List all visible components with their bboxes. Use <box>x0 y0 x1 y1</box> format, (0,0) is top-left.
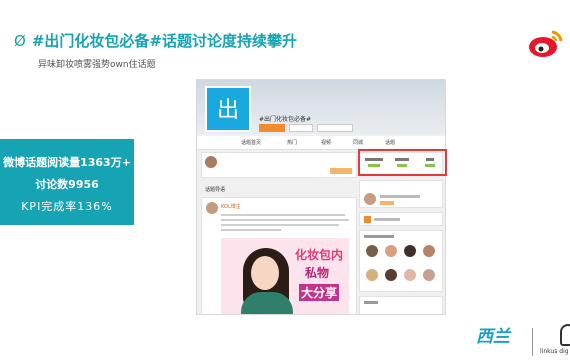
model-face <box>251 256 279 290</box>
contributor-avatar[interactable] <box>385 269 397 281</box>
xilan-logo-icon: 西兰 <box>476 327 510 347</box>
topic-tabs: 话题首页 热门 视频 同城 话题 <box>197 136 445 150</box>
post-text-line <box>221 229 281 231</box>
post-username[interactable]: KOL博主 <box>221 203 241 210</box>
host-card <box>359 180 443 208</box>
follow-button[interactable] <box>259 124 285 132</box>
topic-name: #出门化妆包必备# <box>259 116 312 123</box>
share-button[interactable] <box>289 124 313 132</box>
report-label <box>374 218 400 221</box>
report-card[interactable] <box>359 212 443 226</box>
contributor-avatar[interactable] <box>404 269 416 281</box>
contributor-avatar[interactable] <box>423 269 435 281</box>
kpi-rate-text: KPI完成率136% <box>21 200 113 213</box>
slide-title: Ø #出门化妆包必备#话题讨论度持续攀升 <box>14 30 297 51</box>
discussion-count-text: 讨论数9956 <box>35 178 99 191</box>
stats-panel: 微博话题阅读量1363万+ 讨论数9956 KPI完成率136% <box>0 139 134 225</box>
contributor-avatar[interactable] <box>404 245 416 257</box>
post-text-line <box>221 219 349 221</box>
brand-footer: 西兰 linkus dig <box>476 322 570 360</box>
feed-post: KOL博主 化妆包内 私物 大分享 <box>201 197 357 314</box>
linkus-logo-icon <box>560 324 570 346</box>
host-avatar[interactable] <box>364 193 376 205</box>
compose-avatar <box>205 156 217 168</box>
compose-box[interactable] <box>201 152 357 178</box>
weibo-topic-screenshot: 出 #出门化妆包必备# 话题首页 热门 视频 同城 话题 话题导语 KOL博主 … <box>196 79 446 315</box>
tab-topic[interactable]: 话题 <box>385 139 395 146</box>
tab-home[interactable]: 话题首页 <box>241 139 261 146</box>
report-icon <box>364 216 371 223</box>
read-count-text: 微博话题阅读量1363万+ <box>3 156 131 169</box>
contributors-card <box>359 230 443 292</box>
post-text-line <box>221 224 339 226</box>
tab-video[interactable]: 视频 <box>321 139 331 146</box>
tab-hot[interactable]: 热门 <box>287 139 297 146</box>
brand-divider <box>532 328 533 356</box>
weibo-logo-icon <box>529 30 563 57</box>
about-card <box>359 296 443 314</box>
post-button[interactable] <box>330 168 352 174</box>
contributor-avatar[interactable] <box>423 245 435 257</box>
model-body <box>241 292 293 314</box>
poster-text-3: 大分享 <box>299 284 340 301</box>
poster-text-2: 私物 <box>305 266 330 280</box>
post-avatar[interactable] <box>206 202 218 214</box>
about-heading <box>364 301 378 304</box>
host-name <box>380 195 420 198</box>
contributor-avatar[interactable] <box>366 245 378 257</box>
post-image[interactable]: 化妆包内 私物 大分享 <box>221 238 349 314</box>
contributors-heading <box>364 235 394 238</box>
contributor-avatar[interactable] <box>385 245 397 257</box>
host-follow-button[interactable] <box>380 201 394 205</box>
stats-highlight-box <box>358 149 447 176</box>
linkus-label: linkus dig <box>540 348 569 355</box>
section-label: 话题导语 <box>205 187 226 193</box>
contributor-avatar[interactable] <box>366 269 378 281</box>
title-bullet: Ø <box>14 32 26 50</box>
slide-subtitle: 异味卸妆喷雾强势own住话题 <box>38 60 156 70</box>
tab-local[interactable]: 同城 <box>353 139 363 146</box>
topic-avatar: 出 <box>205 86 251 132</box>
poster-text-1: 化妆包内 <box>295 248 344 262</box>
host-button[interactable] <box>317 124 353 132</box>
post-text-line <box>221 214 345 216</box>
title-text: #出门化妆包必备#话题讨论度持续攀升 <box>31 32 297 50</box>
